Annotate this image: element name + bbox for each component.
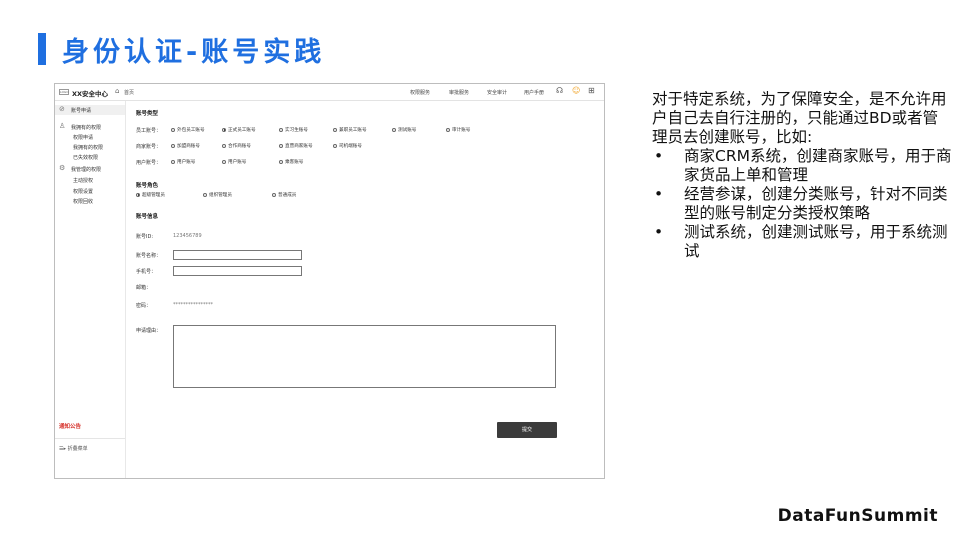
collapse-menu-icon: ☰▸ bbox=[59, 446, 66, 452]
radio-icon bbox=[272, 192, 276, 197]
sidebar-item-expired-permissions[interactable]: 已失效权限 bbox=[73, 154, 98, 161]
account-id-value: 123456789 bbox=[173, 233, 202, 239]
merchant-account-label: 商家账号： bbox=[136, 144, 162, 150]
sidebar-item-account-apply[interactable]: 账号申请 bbox=[71, 107, 91, 114]
user-account-label: 用户账号： bbox=[136, 160, 162, 166]
app-logo: LOGO bbox=[59, 89, 69, 95]
account-id-label: 账号ID: bbox=[136, 234, 154, 240]
check-circle-icon: ⊘ bbox=[59, 105, 65, 113]
slide-title: 身份认证-账号实践 bbox=[62, 37, 326, 68]
bullet-item: 测试系统，创建测试账号，用于系统测试 bbox=[652, 223, 952, 261]
brand-logo: DataFunSummit bbox=[777, 506, 938, 526]
collapse-label: 折叠菜单 bbox=[67, 446, 88, 452]
description-bullets: 商家CRM系统，创建商家账号，用于商家货品上单和管理 经营参谋，创建分类账号，针… bbox=[652, 147, 952, 261]
radio-icon bbox=[171, 127, 175, 132]
account-name-label: 账号名称： bbox=[136, 253, 162, 259]
phone-input[interactable] bbox=[173, 266, 302, 276]
nav-permission-service[interactable]: 权限服务 bbox=[410, 89, 430, 96]
app-name: XX安全中心 bbox=[72, 90, 109, 98]
merchant-option-driver[interactable]: 司机端账号 bbox=[333, 143, 362, 149]
radio-icon bbox=[203, 192, 207, 197]
user-icon[interactable]: ☺ bbox=[572, 86, 580, 95]
account-type-title: 账号类型 bbox=[136, 111, 159, 117]
radio-icon bbox=[279, 127, 283, 132]
account-info-title: 账号信息 bbox=[136, 214, 159, 220]
radio-icon bbox=[171, 159, 175, 164]
merchant-option-partner[interactable]: 合作商账号 bbox=[222, 143, 251, 149]
radio-icon bbox=[222, 159, 226, 164]
radio-icon bbox=[446, 127, 450, 132]
employee-option-intern[interactable]: 实习生账号 bbox=[279, 127, 308, 133]
radio-icon bbox=[392, 127, 396, 132]
nav-security-audit[interactable]: 安全审计 bbox=[487, 89, 507, 96]
user-option-passenger[interactable]: 乘客账号 bbox=[279, 159, 303, 165]
radio-icon bbox=[222, 143, 226, 148]
sidebar-item-permission-settings[interactable]: 权限设置 bbox=[73, 188, 93, 195]
reason-textarea[interactable] bbox=[173, 325, 556, 388]
submit-button[interactable]: 提交 bbox=[497, 422, 557, 438]
reason-label: 申请理由： bbox=[136, 328, 162, 334]
role-option-member[interactable]: 普通成员 bbox=[272, 192, 296, 198]
employee-option-parttime[interactable]: 兼职员工账号 bbox=[333, 127, 367, 133]
merchant-option-franchise[interactable]: 加盟商账号 bbox=[171, 143, 200, 149]
description-intro: 对于特定系统，为了保障安全，是不允许用户自己去自行注册的，只能通过BD或者管理员… bbox=[652, 90, 947, 146]
bullet-item: 经营参谋，创建分类账号，针对不同类型的账号制定分类授权策略 bbox=[652, 185, 952, 223]
sidebar-item-managed-permissions[interactable]: 我管理的权限 bbox=[71, 166, 101, 173]
settings-icon: ⚙ bbox=[59, 164, 66, 172]
radio-icon bbox=[333, 143, 337, 148]
app-screenshot: LOGO XX安全中心 ⌂ 首页 权限服务 审批服务 安全审计 用户手册 ☊ ☺… bbox=[54, 83, 605, 479]
breadcrumb-home[interactable]: 首页 bbox=[124, 89, 134, 96]
sidebar-item-owned-permissions[interactable]: 我拥有的权限 bbox=[73, 144, 103, 151]
radio-checked-icon bbox=[136, 192, 140, 197]
sidebar-item-permission-revoke[interactable]: 权限回收 bbox=[73, 198, 93, 205]
account-name-input[interactable] bbox=[173, 250, 302, 260]
sidebar-item-active-grant[interactable]: 主动授权 bbox=[73, 177, 93, 184]
employee-option-audit[interactable]: 审计账号 bbox=[446, 127, 470, 133]
user-option-user-2[interactable]: 用户账号 bbox=[222, 159, 246, 165]
radio-checked-icon bbox=[222, 127, 226, 132]
account-role-title: 账号角色 bbox=[136, 183, 159, 189]
title-accent-bar bbox=[38, 33, 46, 65]
headset-icon[interactable]: ☊ bbox=[556, 86, 563, 95]
sidebar-item-permission-apply[interactable]: 权限申请 bbox=[73, 134, 93, 141]
role-option-org-admin[interactable]: 组织管理员 bbox=[203, 192, 232, 198]
sidebar-item-my-permissions[interactable]: 我拥有的权限 bbox=[71, 124, 101, 131]
employee-account-label: 员工账号： bbox=[136, 128, 162, 134]
radio-icon bbox=[279, 143, 283, 148]
password-value: **************** bbox=[173, 302, 213, 308]
radio-icon bbox=[333, 127, 337, 132]
grid-icon[interactable]: ⊞ bbox=[588, 86, 595, 95]
radio-icon bbox=[171, 143, 175, 148]
app-header: LOGO XX安全中心 ⌂ 首页 权限服务 审批服务 安全审计 用户手册 ☊ ☺… bbox=[55, 84, 604, 101]
nav-user-manual[interactable]: 用户手册 bbox=[524, 89, 544, 96]
employee-option-outsourced[interactable]: 外包员工账号 bbox=[171, 127, 205, 133]
employee-option-formal[interactable]: 正式员工账号 bbox=[222, 127, 256, 133]
employee-option-test[interactable]: 测试账号 bbox=[392, 127, 416, 133]
bullet-item: 商家CRM系统，创建商家账号，用于商家货品上单和管理 bbox=[652, 147, 952, 185]
nav-approval-service[interactable]: 审批服务 bbox=[449, 89, 469, 96]
role-option-super-admin[interactable]: 超级管理员 bbox=[136, 192, 165, 198]
description: 对于特定系统，为了保障安全，是不允许用户自己去自行注册的，只能通过BD或者管理员… bbox=[652, 90, 952, 261]
radio-icon bbox=[279, 159, 283, 164]
home-icon[interactable]: ⌂ bbox=[115, 87, 119, 95]
user-option-user-1[interactable]: 用户账号 bbox=[171, 159, 195, 165]
sidebar-collapse[interactable]: ☰▸ 折叠菜单 bbox=[59, 445, 88, 452]
merchant-option-direct[interactable]: 直营商家账号 bbox=[279, 143, 313, 149]
user-icon: ♙ bbox=[59, 122, 66, 130]
sidebar-divider bbox=[55, 438, 125, 439]
password-label: 密码： bbox=[136, 303, 152, 309]
phone-label: 手机号： bbox=[136, 269, 157, 275]
sidebar-notice[interactable]: 通知公告 bbox=[59, 422, 81, 430]
email-label: 邮箱： bbox=[136, 285, 152, 291]
sidebar: ⊘ 账号申请 ♙ 我拥有的权限 权限申请 我拥有的权限 已失效权限 ⚙ 我管理的… bbox=[55, 101, 126, 478]
